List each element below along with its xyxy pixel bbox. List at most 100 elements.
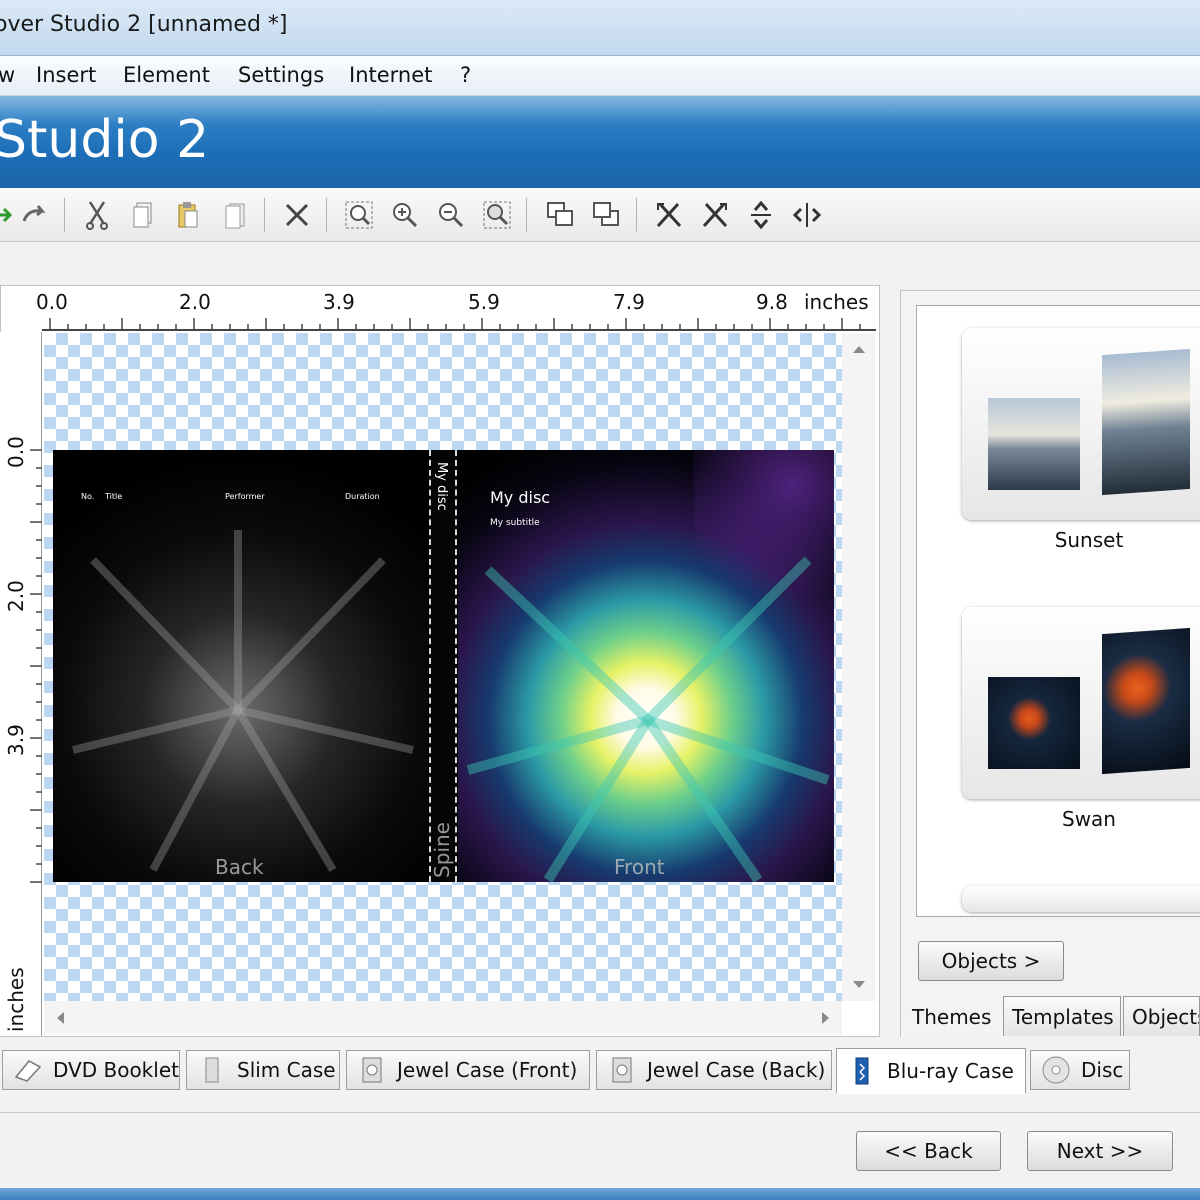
front-title: My disc	[490, 488, 551, 507]
swan-image-small	[988, 677, 1080, 769]
tab-slim-case[interactable]: Slim Case	[186, 1050, 340, 1090]
window-title: over Studio 2 [unnamed *]	[0, 12, 288, 37]
back-column-performer: Performer	[225, 492, 265, 501]
front-subtitle: My subtitle	[490, 518, 540, 528]
zoom-in-icon[interactable]	[388, 199, 422, 231]
duplicate-icon[interactable]	[218, 199, 252, 231]
slim-case-icon	[195, 1055, 229, 1085]
tab-jewel-case-front-label: Jewel Case (Front)	[397, 1058, 578, 1082]
spine[interactable]: My disc Spine	[429, 450, 457, 882]
tab-dvd-booklet[interactable]: DVD Booklet	[2, 1050, 180, 1090]
theme-thumbnail-sunset[interactable]	[962, 328, 1200, 520]
tab-bluray-case[interactable]: Blu-ray Case	[836, 1048, 1026, 1094]
back-column-no: No.	[81, 492, 95, 501]
toolbar-separator	[326, 198, 327, 232]
menu-insert[interactable]: Insert	[36, 63, 96, 87]
menu-view[interactable]: w	[0, 63, 15, 87]
ruler-unit-label: inches	[804, 290, 869, 314]
menu-internet[interactable]: Internet	[349, 63, 432, 87]
scroll-right-icon	[822, 1012, 829, 1024]
ruler-top-label: 0.0	[36, 290, 68, 314]
theme-thumbnail-swan[interactable]	[962, 607, 1200, 799]
vertical-scrollbar[interactable]	[842, 333, 876, 1001]
cut-icon[interactable]	[80, 199, 114, 231]
flip-left-icon[interactable]	[652, 199, 686, 231]
toolbar-separator	[64, 198, 65, 232]
tab-disc[interactable]: Disc	[1030, 1050, 1130, 1090]
back-column-title: Title	[105, 492, 123, 501]
ruler-top-label: 5.9	[468, 290, 500, 314]
sunset-image-large	[1102, 348, 1190, 496]
tab-jewel-case-back-label: Jewel Case (Back)	[647, 1058, 826, 1082]
jewel-case-back-icon	[605, 1055, 639, 1085]
divider	[0, 1112, 1200, 1113]
ruler-left-label: 2.0	[4, 580, 28, 612]
arrow-green-icon[interactable]	[0, 199, 20, 231]
bring-front-icon[interactable]	[544, 199, 578, 231]
flip-right-icon[interactable]	[698, 199, 732, 231]
toolbar-separator	[636, 198, 637, 232]
tab-jewel-case-back[interactable]: Jewel Case (Back)	[596, 1050, 832, 1090]
toolbar-separator	[526, 198, 527, 232]
tab-templates[interactable]: Templates	[1003, 996, 1121, 1036]
theme-thumbnail-next[interactable]	[962, 886, 1200, 912]
send-back-icon[interactable]	[590, 199, 624, 231]
toolbar	[0, 188, 1200, 242]
back-caption: Back	[215, 855, 264, 879]
scroll-left-icon	[57, 1012, 64, 1024]
paste-icon[interactable]	[170, 199, 204, 231]
spine-caption: Spine	[430, 822, 454, 878]
sunset-image-small	[988, 398, 1080, 490]
cover-preview[interactable]: No. Title Performer Duration Back My dis…	[53, 450, 834, 882]
toolbar-separator	[264, 198, 265, 232]
next-button[interactable]: Next >>	[1027, 1131, 1173, 1171]
back-column-duration: Duration	[345, 492, 380, 501]
horizontal-ruler: 0.0 2.0 3.9 5.9 7.9 9.8 inches	[36, 288, 878, 332]
window-bottom-border	[0, 1188, 1200, 1200]
back-cover[interactable]: No. Title Performer Duration Back	[53, 450, 428, 882]
tab-slim-case-label: Slim Case	[237, 1058, 336, 1082]
objects-button[interactable]: Objects >	[918, 941, 1064, 981]
delete-icon[interactable]	[280, 199, 314, 231]
tab-disc-label: Disc	[1081, 1058, 1124, 1082]
menu-settings[interactable]: Settings	[238, 63, 324, 87]
bluray-case-icon	[845, 1056, 879, 1086]
zoom-fit-icon[interactable]	[342, 199, 376, 231]
disc-icon	[1039, 1055, 1073, 1085]
front-caption: Front	[614, 855, 665, 879]
theme-name-swan: Swan	[1062, 807, 1116, 831]
back-button[interactable]: << Back	[856, 1131, 1001, 1171]
menu-element[interactable]: Element	[123, 63, 210, 87]
scroll-up-icon	[853, 346, 865, 353]
ruler-top-label: 2.0	[179, 290, 211, 314]
menu-help[interactable]: ?	[460, 63, 471, 87]
ruler-top-label: 9.8	[756, 290, 788, 314]
tab-jewel-case-front[interactable]: Jewel Case (Front)	[346, 1050, 590, 1090]
redo-icon[interactable]	[18, 199, 52, 231]
zoom-out-icon[interactable]	[434, 199, 468, 231]
tab-bluray-case-label: Blu-ray Case	[887, 1059, 1014, 1083]
horizontal-scrollbar[interactable]	[44, 1001, 842, 1035]
vertical-ruler: 0.0 2.0 3.9 inches	[0, 332, 42, 1036]
front-cover[interactable]: My disc My subtitle Front	[458, 450, 834, 882]
zoom-actual-icon[interactable]	[480, 199, 514, 231]
tab-themes[interactable]: Themes	[903, 996, 1001, 1036]
flip-horizontal-icon[interactable]	[790, 199, 824, 231]
menu-bar: w Insert Element Settings Internet ?	[0, 56, 1200, 96]
title-bar: over Studio 2 [unnamed *]	[0, 0, 1200, 56]
ruler-left-unit: inches	[4, 967, 28, 1032]
theme-name-sunset: Sunset	[1054, 528, 1124, 552]
ruler-left-label: 0.0	[4, 436, 28, 468]
tab-objects[interactable]: Objects	[1123, 996, 1200, 1036]
flip-vertical-icon[interactable]	[744, 199, 778, 231]
app-banner: Studio 2	[0, 96, 1200, 188]
copy-icon[interactable]	[126, 199, 160, 231]
ruler-top-label: 7.9	[613, 290, 645, 314]
ruler-left-label: 3.9	[4, 724, 28, 756]
jewel-case-front-icon	[355, 1055, 389, 1085]
swan-image-large	[1102, 627, 1190, 775]
ruler-top-label: 3.9	[323, 290, 355, 314]
spine-title: My disc	[434, 462, 449, 511]
banner-title: Studio 2	[0, 110, 210, 170]
booklet-icon	[11, 1055, 45, 1085]
